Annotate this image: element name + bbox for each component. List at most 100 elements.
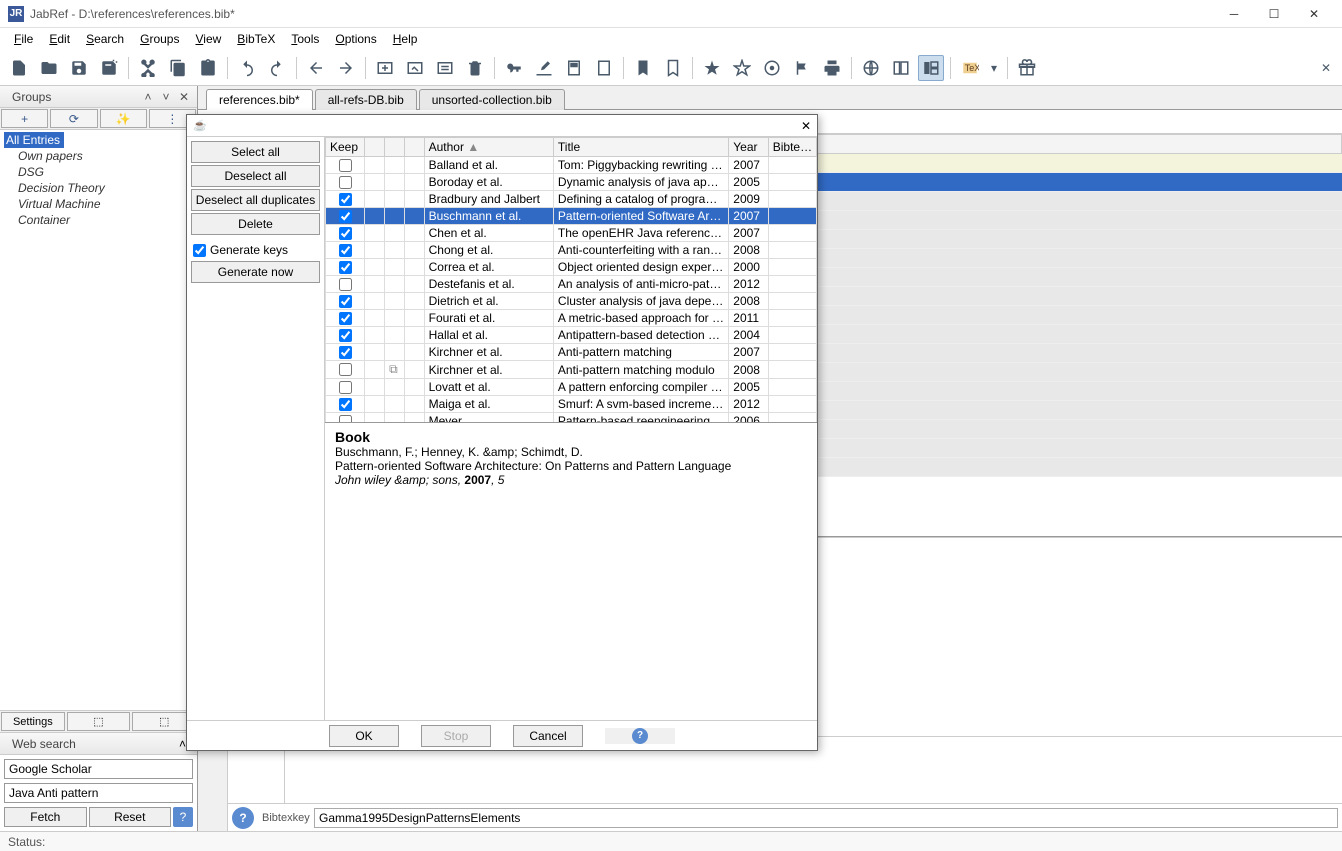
close-button[interactable]: ✕ (1294, 0, 1334, 28)
edit-entry-icon[interactable] (402, 55, 428, 81)
ok-button[interactable]: OK (329, 725, 399, 747)
tree-node[interactable]: Decision Theory (4, 180, 193, 196)
menu-search[interactable]: Search (78, 30, 132, 48)
import-row[interactable]: Dietrich et al.Cluster analysis of java … (326, 293, 817, 310)
star-filled-icon[interactable] (699, 55, 725, 81)
add-group-button[interactable]: + (1, 109, 48, 128)
import-row[interactable]: Hallal et al.Antipattern-based detection… (326, 327, 817, 344)
file-tab[interactable]: unsorted-collection.bib (419, 89, 565, 110)
back-icon[interactable] (303, 55, 329, 81)
import-row[interactable]: Buschmann et al.Pattern-oriented Softwar… (326, 208, 817, 225)
search-query-input[interactable] (4, 783, 193, 803)
import-row[interactable]: Boroday et al.Dynamic analysis of java a… (326, 174, 817, 191)
close-panel-icon[interactable]: ✕ (175, 89, 193, 105)
reset-button[interactable]: Reset (89, 807, 172, 827)
open-icon[interactable] (36, 55, 62, 81)
tree-node[interactable]: DSG (4, 164, 193, 180)
bookmark-outline-icon[interactable] (660, 55, 686, 81)
delete-icon[interactable] (462, 55, 488, 81)
tree-root[interactable]: All Entries (4, 132, 64, 148)
file-tab[interactable]: references.bib* (206, 89, 313, 110)
layout-icon[interactable] (888, 55, 914, 81)
group-tree[interactable]: All Entries Own papersDSGDecision Theory… (0, 130, 197, 711)
menu-view[interactable]: View (187, 30, 229, 48)
java-icon: ☕ (193, 119, 207, 133)
dialog-close-icon[interactable]: ✕ (801, 119, 811, 133)
new-entry-icon[interactable] (372, 55, 398, 81)
import-table[interactable]: Keep Author ▲ Title Year Bibte… Balland … (325, 137, 817, 423)
import-row[interactable]: Bradbury and JalbertDefining a catalog o… (326, 191, 817, 208)
forward-icon[interactable] (333, 55, 359, 81)
stop-button[interactable]: Stop (421, 725, 491, 747)
help-icon[interactable]: ? (232, 807, 254, 829)
import-row[interactable]: Chong et al.Anti-counterfeiting with a r… (326, 242, 817, 259)
refresh-group-button[interactable]: ⟳ (50, 109, 97, 128)
mark-icon[interactable] (561, 55, 587, 81)
deselect-all-button[interactable]: Deselect all (191, 165, 320, 187)
auto-group-button[interactable]: ✨ (100, 109, 147, 128)
generate-now-button[interactable]: Generate now (191, 261, 320, 283)
menu-bibtex[interactable]: BibTeX (229, 30, 283, 48)
edit-strings-icon[interactable] (432, 55, 458, 81)
gift-icon[interactable] (1014, 55, 1040, 81)
expand-all-button[interactable]: ⬚ (67, 712, 131, 731)
dialog-delete-button[interactable]: Delete (191, 213, 320, 235)
flag-icon[interactable] (789, 55, 815, 81)
menu-file[interactable]: File (6, 30, 41, 48)
import-row[interactable]: Maiga et al.Smurf: A svm-based increment… (326, 396, 817, 413)
web-icon[interactable] (858, 55, 884, 81)
menu-options[interactable]: Options (327, 30, 384, 48)
menu-tools[interactable]: Tools (283, 30, 327, 48)
priority-icon[interactable] (759, 55, 785, 81)
settings-button[interactable]: Settings (1, 712, 65, 731)
print-icon[interactable] (819, 55, 845, 81)
save-all-icon[interactable] (96, 55, 122, 81)
toggle-panel-icon[interactable] (918, 55, 944, 81)
cut-icon[interactable] (135, 55, 161, 81)
menu-edit[interactable]: Edit (41, 30, 78, 48)
dialog-help-button[interactable]: ? (605, 728, 675, 744)
maximize-button[interactable]: ☐ (1254, 0, 1294, 28)
import-row[interactable]: Lovatt et al.A pattern enforcing compile… (326, 379, 817, 396)
import-row[interactable]: Fourati et al.A metric-based approach fo… (326, 310, 817, 327)
menu-help[interactable]: Help (385, 30, 426, 48)
key-icon[interactable] (501, 55, 527, 81)
close-tab-icon[interactable]: ✕ (1316, 55, 1336, 81)
import-row[interactable]: Kirchner et al.Anti-pattern matching2007 (326, 344, 817, 361)
select-all-button[interactable]: Select all (191, 141, 320, 163)
dropdown-icon[interactable]: ▾ (987, 55, 1001, 81)
import-row[interactable]: Chen et al.The openEHR Java reference i…… (326, 225, 817, 242)
search-source-combo[interactable]: Google Scholar (4, 759, 193, 779)
cleanup-icon[interactable] (531, 55, 557, 81)
undo-icon[interactable] (234, 55, 260, 81)
import-row[interactable]: Balland et al.Tom: Piggybacking rewritin… (326, 157, 817, 174)
expand-icon[interactable]: ˅ (157, 89, 175, 105)
import-row[interactable]: MeyerPattern-based reengineering o…2006 (326, 413, 817, 424)
fetch-button[interactable]: Fetch (4, 807, 87, 827)
redo-icon[interactable] (264, 55, 290, 81)
tree-node[interactable]: Own papers (4, 148, 193, 164)
import-row[interactable]: Destefanis et al.An analysis of anti-mic… (326, 276, 817, 293)
copy-icon[interactable] (165, 55, 191, 81)
generate-keys-checkbox[interactable]: Generate keys (191, 241, 320, 259)
file-tab[interactable]: all-refs-DB.bib (315, 89, 417, 110)
deselect-dup-button[interactable]: Deselect all duplicates (191, 189, 320, 211)
import-row[interactable]: ⧉Kirchner et al.Anti-pattern matching mo… (326, 361, 817, 379)
tex-icon[interactable]: TeX (957, 55, 983, 81)
cancel-button[interactable]: Cancel (513, 725, 583, 747)
ws-help-icon[interactable]: ? (173, 807, 193, 827)
collapse-icon[interactable]: ˄ (139, 89, 157, 105)
star-outline-icon[interactable] (729, 55, 755, 81)
ws-collapse-icon[interactable]: ˄ (179, 737, 186, 751)
unmark-icon[interactable] (591, 55, 617, 81)
save-icon[interactable] (66, 55, 92, 81)
tree-node[interactable]: Virtual Machine (4, 196, 193, 212)
menu-groups[interactable]: Groups (132, 30, 187, 48)
import-row[interactable]: Correa et al.Object oriented design expe… (326, 259, 817, 276)
minimize-button[interactable]: ─ (1214, 0, 1254, 28)
tree-node[interactable]: Container (4, 212, 193, 228)
bookmark-filled-icon[interactable] (630, 55, 656, 81)
paste-icon[interactable] (195, 55, 221, 81)
new-icon[interactable] (6, 55, 32, 81)
bibtexkey-input[interactable] (314, 808, 1338, 828)
